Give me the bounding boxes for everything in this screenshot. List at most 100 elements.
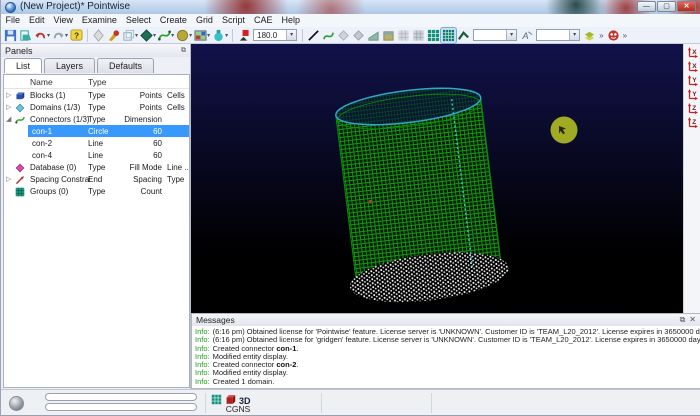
menu-file[interactable]: File — [1, 14, 25, 27]
tab-layers[interactable]: Layers — [44, 58, 95, 73]
float-panel-icon[interactable]: ⧉ — [181, 47, 186, 55]
toolbar-rotate-button[interactable] — [236, 28, 251, 43]
toolbar-cube-dropdown-icon[interactable]: ▾ — [135, 32, 138, 39]
view-plus-x-button[interactable]: X — [686, 46, 700, 59]
toolbar-sphere-button[interactable] — [175, 28, 190, 43]
tree-row-spacing-constrai[interactable]: ▷Spacing Constrai...EndSpacingType — [4, 173, 189, 185]
toolbar-diamond-green-button[interactable] — [139, 28, 154, 43]
toolbar-light-button[interactable] — [91, 28, 106, 43]
tree-cell-type: Line — [88, 139, 103, 148]
menu-help[interactable]: Help — [277, 14, 305, 27]
view-plus-y-button[interactable]: Y — [686, 74, 700, 87]
toolbar-spline-label-button[interactable]: A — [519, 28, 534, 43]
toolbar-combo[interactable]: ▾ — [473, 29, 517, 41]
toolbar-combo[interactable]: ▾ — [536, 29, 580, 41]
tree-row-domains-1-3[interactable]: ▷Domains (1/3)TypePointsCells — [4, 101, 189, 113]
toolbar-redo-dropdown-icon[interactable]: ▾ — [65, 32, 68, 39]
toolbar-undo-dropdown-icon[interactable]: ▾ — [47, 32, 50, 39]
toolbar-redo-button[interactable] — [51, 28, 66, 43]
toolbar-diamond-green-dropdown-icon[interactable]: ▾ — [153, 32, 156, 39]
toolbar-grid-teal-button[interactable] — [426, 28, 441, 43]
close-messages-icon[interactable]: ✕ — [689, 315, 696, 325]
view-minus-x-button[interactable]: X — [686, 60, 700, 73]
tree-row-database-0[interactable]: Database (0)TypeFill ModeLine ... — [4, 161, 189, 173]
toolbar-spray-button[interactable] — [211, 28, 226, 43]
toolbar-undo-button[interactable] — [33, 28, 48, 43]
collapsed-expander-icon[interactable]: ▷ — [6, 175, 14, 183]
tree-row-con-1[interactable]: con-1Circle60 — [4, 125, 189, 137]
view-plus-z-button[interactable]: Z — [686, 102, 700, 115]
tab-defaults[interactable]: Defaults — [97, 58, 154, 73]
tree-cell-name: Domains (1/3) — [30, 103, 90, 112]
toolbar-image-dropdown-icon[interactable]: ▾ — [207, 32, 210, 39]
toolbar-line-button[interactable] — [306, 28, 321, 43]
toolbar-grid-dim-button[interactable] — [396, 28, 411, 43]
3d-viewport[interactable] — [191, 44, 683, 313]
panels-sidebar: Panels ⧉ ListLayersDefaults Name Type ▷B… — [1, 44, 191, 389]
toolbar-overflow-button[interactable]: » — [599, 31, 603, 40]
combo-dropdown-icon[interactable]: ▾ — [569, 30, 579, 40]
tree-cell-name: Spacing Constrai... — [30, 175, 90, 184]
toolbar-cube-button[interactable] — [121, 28, 136, 43]
toolbar-spray-dropdown-icon[interactable]: ▾ — [225, 32, 228, 39]
toolbar-paint-button[interactable] — [106, 28, 121, 43]
collapsed-expander-icon[interactable]: ▷ — [6, 91, 14, 99]
toolbar-angle-combo[interactable]: 180.0▾ — [253, 29, 297, 41]
tree-cell-value1: Points — [120, 91, 162, 100]
combo-dropdown-icon[interactable]: ▾ — [286, 30, 296, 40]
groups-icon — [15, 187, 25, 199]
tree-row-con-4[interactable]: con-4Line60 — [4, 149, 189, 161]
toolbar-diamond-light-button[interactable] — [336, 28, 351, 43]
tree-cell-type: Circle — [88, 127, 108, 136]
tree-row-connectors-1-3[interactable]: ◢Connectors (1/3)TypeDimension — [4, 113, 189, 125]
tree-cell-value2: Cells — [167, 103, 189, 112]
menu-create[interactable]: Create — [155, 14, 191, 27]
menu-examine[interactable]: Examine — [77, 14, 121, 27]
spacing-icon — [15, 175, 25, 187]
close-button[interactable]: ✕ — [677, 1, 696, 12]
toolbar-open-button[interactable] — [18, 28, 33, 43]
app-logo-icon — [5, 2, 16, 13]
toolbar-mask-button[interactable] — [606, 28, 621, 43]
toolbar-connector-button[interactable] — [456, 28, 471, 43]
float-messages-icon[interactable]: ⧉ — [680, 315, 686, 325]
menu-view[interactable]: View — [49, 14, 77, 27]
combo-dropdown-icon[interactable]: ▾ — [506, 30, 516, 40]
tab-list[interactable]: List — [4, 58, 42, 73]
blocks-icon — [15, 91, 25, 103]
toolbar-curve-points-dropdown-icon[interactable]: ▾ — [171, 32, 174, 39]
toolbar-help-button[interactable]: ? — [69, 28, 84, 43]
menu-grid[interactable]: Grid — [191, 14, 217, 27]
toolbar-wedge-button[interactable] — [366, 28, 381, 43]
maximize-button[interactable]: ▢ — [657, 1, 676, 12]
status-sphere-icon — [9, 396, 24, 411]
menu-script[interactable]: Script — [217, 14, 249, 27]
toolbar-grid-teal-active-button[interactable] — [441, 28, 456, 43]
minimize-button[interactable]: — — [637, 1, 656, 12]
tree-row-blocks-1[interactable]: ▷Blocks (1)TypePointsCells — [4, 89, 189, 101]
view-minus-z-button[interactable]: Z — [686, 116, 700, 129]
toolbar-curve-points-button[interactable] — [157, 28, 172, 43]
tree-cell-value2: Type — [167, 175, 189, 184]
tree-cell-value1: 60 — [120, 139, 162, 148]
collapsed-expander-icon[interactable]: ▷ — [6, 103, 14, 111]
expanded-expander-icon[interactable]: ◢ — [6, 115, 14, 123]
toolbar-diamond-light2-button[interactable] — [351, 28, 366, 43]
toolbar-grid-dim2-button[interactable] — [411, 28, 426, 43]
toolbar-overflow-button[interactable]: » — [623, 31, 627, 40]
menu-edit[interactable]: Edit — [25, 14, 50, 27]
toolbar-curve-button[interactable] — [321, 28, 336, 43]
toolbar-layers-button[interactable] — [582, 28, 597, 43]
toolbar-save-button[interactable] — [3, 28, 18, 43]
view-minus-y-button[interactable]: Y — [686, 88, 700, 101]
toolbar-sphere-dropdown-icon[interactable]: ▾ — [189, 32, 192, 39]
menu-cae[interactable]: CAE — [249, 14, 277, 27]
menu-select[interactable]: Select — [121, 14, 155, 27]
svg-text:Y: Y — [692, 77, 697, 84]
tree-header: Name Type — [4, 75, 189, 89]
toolbar-box-button[interactable] — [381, 28, 396, 43]
tree-row-con-2[interactable]: con-2Line60 — [4, 137, 189, 149]
tree-row-groups-0[interactable]: Groups (0)TypeCount — [4, 185, 189, 197]
toolbar-image-button[interactable] — [193, 28, 208, 43]
tree-cell-name: Blocks (1) — [30, 91, 90, 100]
